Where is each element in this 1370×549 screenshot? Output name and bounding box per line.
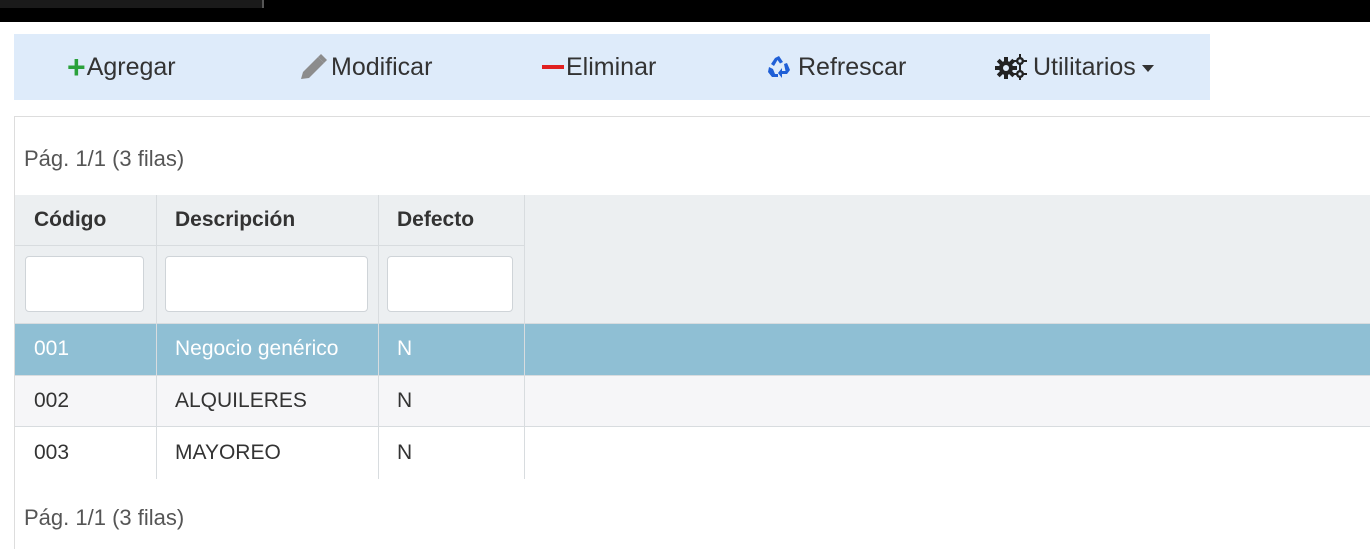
grid-header: Código Descripción Defecto: [15, 195, 1370, 323]
table-row[interactable]: 002 ALQUILERES N: [15, 375, 1370, 427]
header-divider: [15, 245, 525, 246]
table-row[interactable]: 001 Negocio genérico N: [15, 323, 1370, 375]
row-divider: [15, 323, 1370, 324]
plus-icon: +: [67, 49, 86, 85]
cell-codigo: 001: [34, 337, 70, 360]
cell-defecto: N: [397, 337, 413, 360]
filter-descripcion-input[interactable]: [165, 256, 368, 312]
column-header-codigo[interactable]: Código: [15, 195, 156, 245]
refresh-button-label: Refrescar: [798, 52, 907, 81]
utilities-label: Utilitarios: [1033, 52, 1136, 81]
filter-codigo-input[interactable]: [25, 256, 144, 312]
row-divider: [15, 375, 1370, 376]
cell-descripcion: MAYOREO: [175, 441, 281, 464]
top-window-bar: [0, 0, 1370, 22]
cell-codigo: 002: [34, 389, 70, 412]
cell-defecto: N: [397, 389, 413, 412]
utilities-dropdown[interactable]: Utilitarios: [995, 34, 1154, 100]
row-divider: [15, 426, 1370, 427]
table-row[interactable]: 003 MAYOREO N: [15, 427, 1370, 479]
add-button-label: Agregar: [86, 52, 176, 81]
pager-bottom: Pág. 1/1 (3 filas): [24, 505, 185, 530]
column-divider: [524, 195, 525, 479]
pencil-icon: [297, 53, 329, 81]
modify-button-label: Modificar: [331, 52, 433, 81]
column-divider: [156, 195, 157, 479]
cell-descripcion: ALQUILERES: [175, 389, 307, 412]
pager-top: Pág. 1/1 (3 filas): [24, 146, 185, 171]
recycle-icon: [766, 54, 792, 80]
toolbar: + Agregar Modificar Eliminar Refrescar U…: [14, 34, 1210, 100]
gears-icon: [995, 54, 1027, 80]
refresh-button[interactable]: Refrescar: [766, 34, 906, 100]
column-header-defecto[interactable]: Defecto: [378, 195, 525, 245]
delete-button-label: Eliminar: [566, 52, 657, 81]
cell-codigo: 003: [34, 441, 70, 464]
modify-button[interactable]: Modificar: [297, 34, 432, 100]
caret-down-icon: [1141, 65, 1154, 72]
add-button[interactable]: + Agregar: [67, 34, 176, 100]
column-header-descripcion[interactable]: Descripción: [156, 195, 378, 245]
delete-button[interactable]: Eliminar: [542, 34, 656, 100]
column-divider: [378, 195, 379, 479]
minus-icon: [542, 57, 564, 77]
top-tab-fragment: [0, 0, 264, 8]
filter-defecto-input[interactable]: [387, 256, 513, 312]
cell-defecto: N: [397, 441, 413, 464]
cell-descripcion: Negocio genérico: [175, 337, 339, 360]
